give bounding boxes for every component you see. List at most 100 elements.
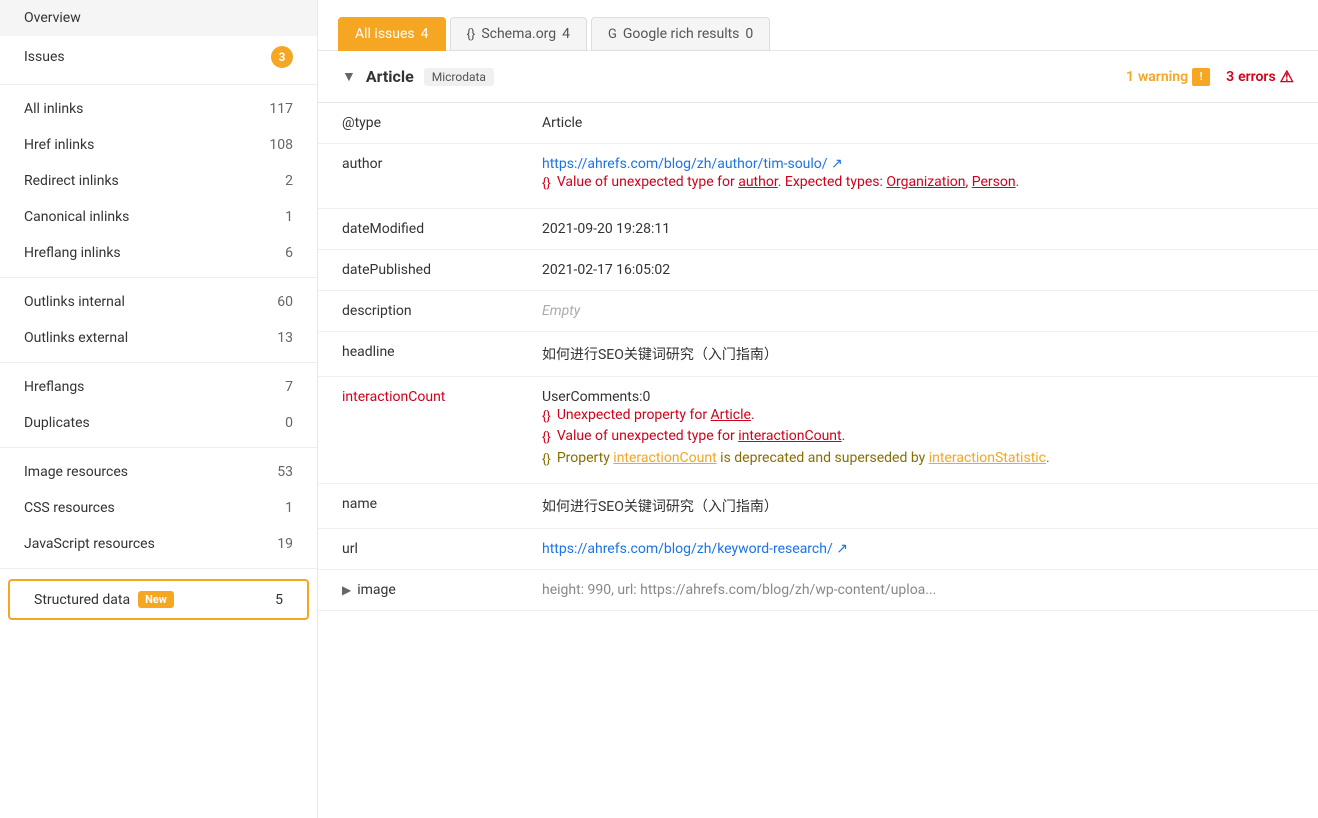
tab-schema-org[interactable]: {} Schema.org 4	[450, 17, 588, 51]
image-resources-label: Image resources	[24, 464, 277, 480]
author-link[interactable]: https://ahrefs.com/blog/zh/author/tim-so…	[542, 156, 843, 172]
article-header-right: 1 warning ! 3 errors ⚠	[1126, 67, 1294, 86]
table-row: description Empty	[318, 290, 1318, 331]
hreflang-inlinks-count: 6	[285, 245, 293, 261]
css-resources-label: CSS resources	[24, 500, 285, 516]
outlinks-internal-count: 60	[277, 294, 293, 310]
outlinks-external-label: Outlinks external	[24, 330, 277, 346]
organization-link[interactable]: Organization	[886, 174, 965, 190]
properties-table: @type Article author https://ahrefs.com/…	[318, 103, 1318, 611]
new-badge: New	[138, 591, 174, 608]
image-value: height: 990, url: https://ahrefs.com/blo…	[542, 582, 936, 598]
value-name: 如何进行SEO关键词研究（入门指南）	[518, 484, 1318, 529]
outlinks-external-count: 13	[277, 330, 293, 346]
value-headline: 如何进行SEO关键词研究（入门指南）	[518, 331, 1318, 376]
person-link[interactable]: Person	[972, 174, 1016, 190]
tab-google-rich-results[interactable]: G Google rich results 0	[591, 17, 770, 51]
js-resources-label: JavaScript resources	[24, 536, 277, 552]
sidebar-item-duplicates[interactable]: Duplicates 0	[0, 405, 317, 441]
property-author: author	[318, 144, 518, 209]
interaction-count-link[interactable]: interactionCount	[738, 428, 841, 444]
value-image: height: 990, url: https://ahrefs.com/blo…	[518, 570, 1318, 611]
error-count: 3	[1226, 69, 1234, 85]
property-interaction-count: interactionCount	[318, 376, 518, 484]
image-resources-count: 53	[277, 464, 293, 480]
sidebar-item-href-inlinks[interactable]: Href inlinks 108	[0, 127, 317, 163]
sidebar-item-outlinks-external[interactable]: Outlinks external 13	[0, 320, 317, 356]
href-inlinks-label: Href inlinks	[24, 137, 269, 153]
value-description: Empty	[518, 290, 1318, 331]
schema-error-icon: {}	[542, 174, 551, 194]
table-row: url https://ahrefs.com/blog/zh/keyword-r…	[318, 529, 1318, 570]
sidebar: Overview Issues 3 All inlinks 117 Href i…	[0, 0, 318, 818]
property-type: @type	[318, 103, 518, 144]
sidebar-item-overview[interactable]: Overview	[0, 0, 317, 36]
js-resources-count: 19	[277, 536, 293, 552]
sidebar-item-issues[interactable]: Issues 3	[0, 36, 317, 78]
error-summary: 3 errors ⚠	[1226, 67, 1294, 86]
sidebar-item-canonical-inlinks[interactable]: Canonical inlinks 1	[0, 199, 317, 235]
table-row: ▶image height: 990, url: https://ahrefs.…	[318, 570, 1318, 611]
warning-count: 1	[1126, 69, 1134, 85]
structured-data-count: 5	[275, 592, 283, 608]
article-title: Article	[366, 67, 414, 86]
article-link-1[interactable]: Article	[711, 407, 751, 423]
sidebar-item-js-resources[interactable]: JavaScript resources 19	[0, 526, 317, 562]
sidebar-item-image-resources[interactable]: Image resources 53	[0, 454, 317, 490]
interaction-error-2: {} Value of unexpected type for interact…	[542, 428, 1294, 448]
warning-icon: !	[1192, 68, 1210, 86]
empty-label: Empty	[542, 303, 580, 319]
tab-all-issues-count: 4	[421, 26, 429, 42]
schema-error-icon-2: {}	[542, 428, 551, 448]
image-collapse-icon[interactable]: ▶	[342, 583, 351, 597]
outlinks-internal-label: Outlinks internal	[24, 294, 277, 310]
collapse-arrow-icon[interactable]: ▼	[342, 68, 356, 85]
issues-badge: 3	[271, 46, 293, 68]
sidebar-issues-label: Issues	[24, 49, 65, 65]
article-header-left: ▼ Article Microdata	[342, 67, 494, 86]
property-description: description	[318, 290, 518, 331]
redirect-inlinks-count: 2	[285, 173, 293, 189]
value-type: Article	[518, 103, 1318, 144]
error-label: errors	[1238, 69, 1276, 85]
warning-summary: 1 warning !	[1126, 68, 1210, 86]
article-header: ▼ Article Microdata 1 warning ! 3 errors…	[318, 51, 1318, 103]
schema-icon: {}	[467, 27, 476, 42]
tabs-bar: All issues 4 {} Schema.org 4 G Google ri…	[318, 0, 1318, 51]
all-inlinks-count: 117	[269, 101, 293, 117]
interaction-statistic-link[interactable]: interactionStatistic	[929, 450, 1046, 466]
value-interaction-count: UserComments:0 {} Unexpected property fo…	[518, 376, 1318, 484]
sidebar-item-structured-data[interactable]: Structured data New 5	[8, 579, 309, 620]
duplicates-count: 0	[285, 415, 293, 431]
interaction-count-value: UserComments:0	[542, 389, 650, 405]
divider-1	[0, 84, 317, 85]
tab-all-issues[interactable]: All issues 4	[338, 17, 446, 51]
property-headline: headline	[318, 331, 518, 376]
interaction-count-warn-link[interactable]: interactionCount	[613, 450, 716, 466]
sidebar-item-all-inlinks[interactable]: All inlinks 117	[0, 91, 317, 127]
table-row: datePublished 2021-02-17 16:05:02	[318, 249, 1318, 290]
table-row: dateModified 2021-09-20 19:28:11	[318, 208, 1318, 249]
property-name: name	[318, 484, 518, 529]
sidebar-item-hreflangs[interactable]: Hreflangs 7	[0, 369, 317, 405]
table-row: author https://ahrefs.com/blog/zh/author…	[318, 144, 1318, 209]
value-date-modified: 2021-09-20 19:28:11	[518, 208, 1318, 249]
value-author: https://ahrefs.com/blog/zh/author/tim-so…	[518, 144, 1318, 209]
table-row: name 如何进行SEO关键词研究（入门指南）	[318, 484, 1318, 529]
sidebar-item-hreflang-inlinks[interactable]: Hreflang inlinks 6	[0, 235, 317, 271]
hreflangs-label: Hreflangs	[24, 379, 285, 395]
sidebar-item-outlinks-internal[interactable]: Outlinks internal 60	[0, 284, 317, 320]
google-icon: G	[608, 27, 617, 42]
table-row: interactionCount UserComments:0 {} Unexp…	[318, 376, 1318, 484]
url-link[interactable]: https://ahrefs.com/blog/zh/keyword-resea…	[542, 541, 848, 557]
structured-data-left: Structured data New	[34, 591, 174, 608]
sidebar-item-redirect-inlinks[interactable]: Redirect inlinks 2	[0, 163, 317, 199]
redirect-inlinks-label: Redirect inlinks	[24, 173, 285, 189]
sidebar-item-css-resources[interactable]: CSS resources 1	[0, 490, 317, 526]
duplicates-label: Duplicates	[24, 415, 285, 431]
canonical-inlinks-count: 1	[285, 209, 293, 225]
tab-google-label: Google rich results	[623, 26, 740, 42]
content-area: ▼ Article Microdata 1 warning ! 3 errors…	[318, 51, 1318, 818]
author-error-link[interactable]: author	[738, 174, 778, 190]
microdata-badge: Microdata	[424, 68, 494, 86]
